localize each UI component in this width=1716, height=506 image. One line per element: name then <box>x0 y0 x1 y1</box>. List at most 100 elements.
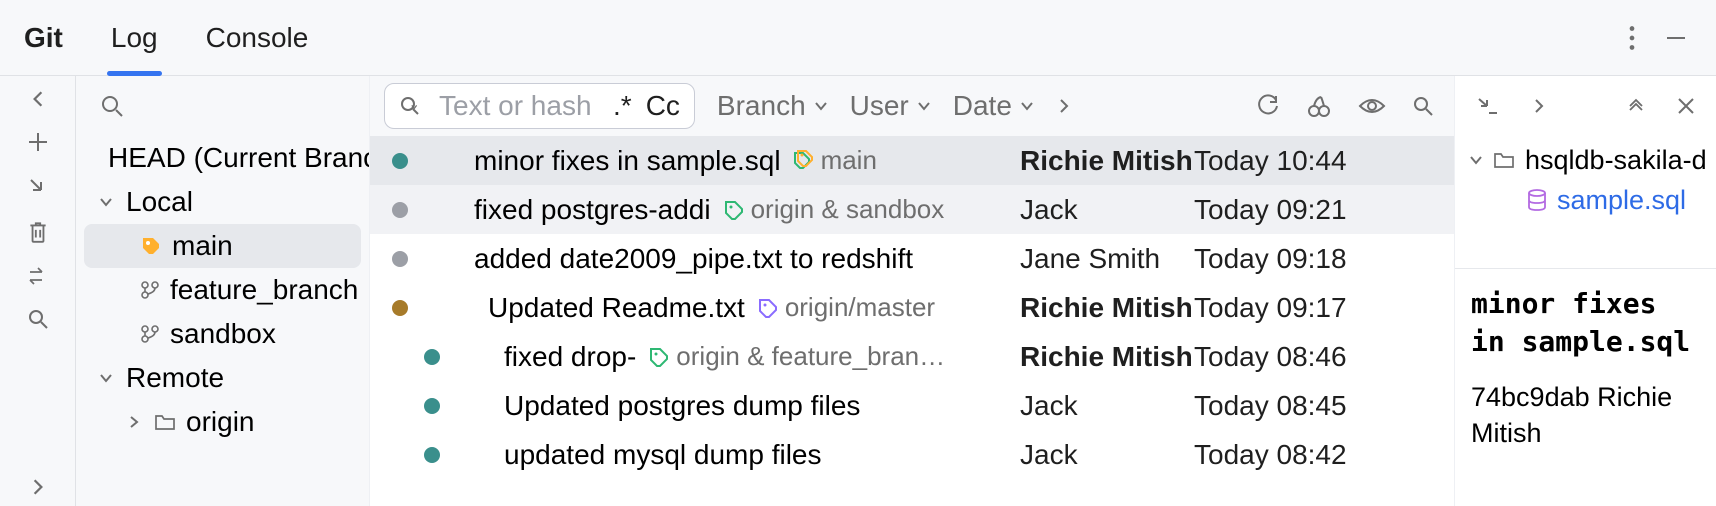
filter-date[interactable]: Date <box>953 90 1034 122</box>
back-icon[interactable] <box>29 90 47 108</box>
search-dropdown-icon[interactable] <box>399 95 425 117</box>
remote-origin-label: origin <box>186 406 254 438</box>
forward-icon[interactable] <box>29 478 47 506</box>
commit-row[interactable]: added date2009_pipe.txt to redshift Jane … <box>370 234 1454 283</box>
commit-author: Richie Mitish <box>1020 341 1194 373</box>
commit-author: Jack <box>1020 194 1194 226</box>
branch-feature-label: feature_branch <box>170 274 358 306</box>
sidebar-remote-origin[interactable]: origin <box>76 400 369 444</box>
database-icon <box>1527 189 1547 211</box>
swap-icon[interactable] <box>26 266 50 286</box>
commit-author: Richie Mitish <box>1020 145 1194 177</box>
commit-author: Jane Smith <box>1020 243 1194 275</box>
chevron-down-icon <box>1469 153 1483 167</box>
case-toggle[interactable]: Cc <box>646 90 680 122</box>
sidebar-remote-label: Remote <box>126 362 224 394</box>
sidebar-head[interactable]: HEAD (Current Branch) <box>76 136 369 180</box>
commit-date: Today 08:45 <box>1194 390 1394 422</box>
commit-date: Today 08:46 <box>1194 341 1394 373</box>
sidebar-local-label: Local <box>126 186 193 218</box>
folder-icon <box>1493 151 1515 169</box>
commit-detail-title: minor fixes in sample.sql <box>1455 285 1716 361</box>
search-icon[interactable] <box>27 308 49 330</box>
sidebar-branch-sandbox[interactable]: sandbox <box>76 312 369 356</box>
search-icon[interactable] <box>1412 95 1434 117</box>
more-icon[interactable] <box>1628 25 1636 51</box>
plus-icon[interactable] <box>26 130 50 154</box>
commit-row[interactable]: minor fixes in sample.sql main Richie Miti… <box>370 136 1454 185</box>
bookmark-icon <box>140 235 162 257</box>
sidebar-branch-main[interactable]: main <box>84 224 361 268</box>
branch-main-label: main <box>172 230 233 262</box>
commit-date: Today 10:44 <box>1194 145 1394 177</box>
graph-dot <box>424 349 440 365</box>
commit-date: Today 09:21 <box>1194 194 1394 226</box>
chevron-down-icon <box>96 370 116 386</box>
eye-icon[interactable] <box>1358 96 1386 116</box>
graph-dot <box>424 398 440 414</box>
folder-icon <box>154 413 176 431</box>
expand-icon[interactable] <box>1626 96 1646 116</box>
log-search-input[interactable] <box>439 90 599 122</box>
sidebar-search-icon[interactable] <box>100 94 124 118</box>
tab-log[interactable]: Log <box>107 0 162 75</box>
regex-toggle[interactable]: .* <box>613 90 632 122</box>
commit-message: Updated postgres dump files <box>504 390 860 422</box>
tree-file-label: sample.sql <box>1557 185 1686 216</box>
tab-git[interactable]: Git <box>20 0 67 75</box>
sidebar-head-label: HEAD (Current Branch) <box>108 142 370 174</box>
commit-message: minor fixes in sample.sql <box>474 145 781 177</box>
branch-icon <box>140 280 160 300</box>
commit-ref-tag[interactable]: origin/master <box>757 292 935 323</box>
tab-console[interactable]: Console <box>202 0 313 75</box>
commit-ref-tag[interactable]: origin & sandbox <box>723 194 945 225</box>
commit-author: Jack <box>1020 390 1194 422</box>
filter-user-label: User <box>850 90 909 122</box>
commit-author: Richie Mitish <box>1020 292 1194 324</box>
chevron-down-icon <box>917 99 931 113</box>
tree-file-row[interactable]: sample.sql <box>1469 180 1716 220</box>
tree-folder-row[interactable]: hsqldb-sakila-d <box>1469 140 1716 180</box>
chevron-down-icon <box>814 99 828 113</box>
trash-icon[interactable] <box>27 220 49 244</box>
graph-dot <box>424 447 440 463</box>
commit-date: Today 08:42 <box>1194 439 1394 471</box>
log-panel: .* Cc Branch User Date <box>370 76 1454 506</box>
graph-dot <box>392 300 408 316</box>
commit-message: updated mysql dump files <box>504 439 822 471</box>
cherry-pick-icon[interactable] <box>1306 94 1332 118</box>
commit-ref-tag[interactable]: main <box>793 145 877 176</box>
commit-ref-tag[interactable]: origin & feature_bran… <box>648 341 945 372</box>
collapse-icon[interactable] <box>1475 95 1501 117</box>
commit-row[interactable]: fixed postgres-addiorigin & sandboxJackT… <box>370 185 1454 234</box>
commit-date: Today 09:18 <box>1194 243 1394 275</box>
tree-folder-label: hsqldb-sakila-d <box>1525 145 1707 176</box>
commit-row[interactable]: fixed drop-origin & feature_bran… Richie … <box>370 332 1454 381</box>
commit-row[interactable]: Updated Readme.txt origin/master Richie Mi… <box>370 283 1454 332</box>
commit-detail-meta: 74bc9dab Richie Mitish <box>1455 361 1716 452</box>
more-filters-icon[interactable] <box>1056 98 1072 114</box>
log-search-box[interactable]: .* Cc <box>384 83 695 129</box>
sidebar-group-local[interactable]: Local <box>76 180 369 224</box>
commits-list: minor fixes in sample.sql main Richie Miti… <box>370 136 1454 506</box>
chevron-right-icon <box>124 414 144 430</box>
topbar: Git Log Console <box>0 0 1716 76</box>
sidebar-branch-feature[interactable]: feature_branch <box>76 268 369 312</box>
filter-date-label: Date <box>953 90 1012 122</box>
commit-row[interactable]: updated mysql dump filesJackToday 08:42 <box>370 430 1454 479</box>
minimize-icon[interactable] <box>1664 26 1688 50</box>
commit-message: added date2009_pipe.txt to redshift <box>474 243 913 275</box>
chevron-down-icon <box>96 194 116 210</box>
incoming-icon[interactable] <box>27 176 49 198</box>
sidebar-group-remote[interactable]: Remote <box>76 356 369 400</box>
close-icon[interactable] <box>1676 96 1696 116</box>
refresh-icon[interactable] <box>1256 94 1280 118</box>
filter-branch[interactable]: Branch <box>717 90 828 122</box>
forward-icon[interactable] <box>1531 98 1547 114</box>
commit-message: Updated Readme.txt <box>488 292 745 324</box>
filter-user[interactable]: User <box>850 90 931 122</box>
commit-row[interactable]: Updated postgres dump files JackToday 08:… <box>370 381 1454 430</box>
graph-dot <box>392 251 408 267</box>
commit-message: fixed drop- <box>504 341 636 373</box>
branch-sandbox-label: sandbox <box>170 318 276 350</box>
